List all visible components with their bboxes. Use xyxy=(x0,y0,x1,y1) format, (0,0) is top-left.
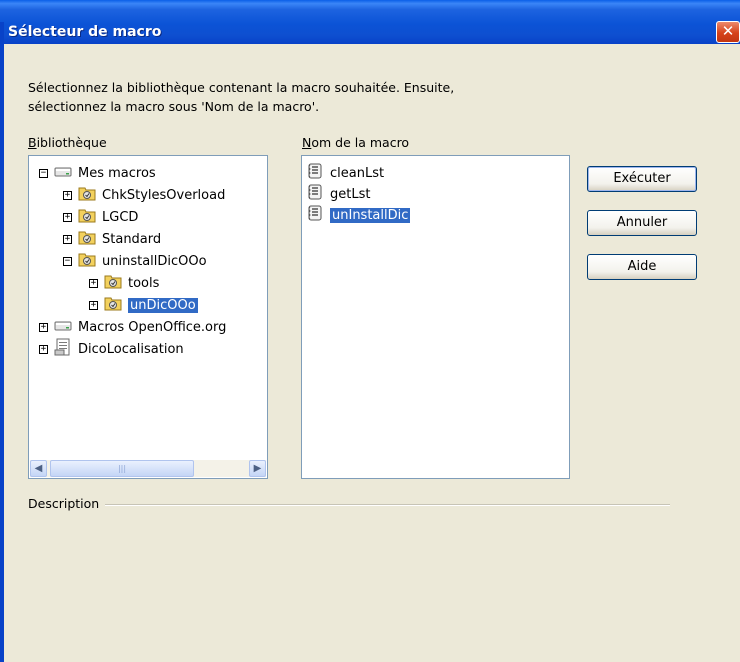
library-folder-icon xyxy=(104,273,122,293)
library-label: Bibliothèque xyxy=(28,135,107,150)
run-button[interactable]: Exécuter xyxy=(587,166,697,192)
scrollbar-thumb[interactable]: ||| xyxy=(50,460,194,477)
macro-list-item[interactable]: cleanLst xyxy=(306,162,384,184)
collapse-icon[interactable]: − xyxy=(63,256,72,266)
macro-name-label: cleanLst xyxy=(330,165,385,181)
library-label-rest: ibliothèque xyxy=(36,135,107,150)
tree-item-label: Macros OpenOffice.org xyxy=(78,319,227,335)
macro-list-item[interactable]: getLst xyxy=(306,183,370,205)
tree-item-label: ChkStylesOverload xyxy=(102,187,226,203)
library-folder-icon xyxy=(78,207,96,227)
macro-name-label: Nom de la macro xyxy=(302,135,409,150)
macro-name-label: unInstallDic xyxy=(330,207,411,223)
tree-item-tools[interactable]: + tools xyxy=(89,272,159,294)
library-label-mnemonic: B xyxy=(28,135,37,150)
expand-icon[interactable]: + xyxy=(89,278,98,288)
document-icon xyxy=(54,338,72,360)
instructions-text: Sélectionnez la bibliothèque contenant l… xyxy=(28,78,588,116)
close-icon: ✕ xyxy=(721,22,735,40)
scroll-right-button[interactable]: ▶ xyxy=(249,460,266,477)
library-folder-icon xyxy=(78,251,96,271)
instructions-line-1: Sélectionnez la bibliothèque contenant l… xyxy=(28,80,455,95)
expand-icon[interactable]: + xyxy=(63,212,72,222)
tree-item-label: Standard xyxy=(102,231,162,247)
macro-name-label-rest: om de la macro xyxy=(311,135,410,150)
macro-script-icon xyxy=(306,183,324,205)
scrollbar-grip: ||| xyxy=(117,464,127,473)
tree-item-dicolocalisation[interactable]: + DicoLocalisation xyxy=(39,338,184,360)
library-folder-icon xyxy=(104,295,122,315)
drive-icon xyxy=(54,164,72,182)
description-separator xyxy=(28,504,670,506)
expand-icon[interactable]: + xyxy=(39,322,48,332)
macro-selector-dialog: Sélecteur de macro ✕ Sélectionnez la bib… xyxy=(0,0,740,662)
tree-item-chkstylesoverload[interactable]: + ChkStylesOverload xyxy=(63,184,225,206)
tree-item-label: LGCD xyxy=(102,209,139,225)
library-folder-icon xyxy=(78,185,96,205)
library-tree[interactable]: − Mes macros + ChkStylesOverload + LGCD + Stand… xyxy=(28,155,268,479)
macro-script-icon xyxy=(306,204,324,226)
tree-item-label: Mes macros xyxy=(78,165,156,181)
tree-item-label: tools xyxy=(128,275,160,291)
instructions-line-2: sélectionnez la macro sous 'Nom de la ma… xyxy=(28,99,320,114)
help-button[interactable]: Aide xyxy=(587,254,697,280)
tree-item-label: uninstallDicOOo xyxy=(102,253,207,269)
window-border xyxy=(0,22,4,662)
tree-item-label: DicoLocalisation xyxy=(78,341,184,357)
tree-item-macros-openoffice-org[interactable]: + Macros OpenOffice.org xyxy=(39,316,226,338)
macro-list-item[interactable]: unInstallDic xyxy=(306,204,411,226)
window-title: Sélecteur de macro xyxy=(8,24,162,40)
expand-icon[interactable]: + xyxy=(63,234,72,244)
title-bar[interactable]: Sélecteur de macro ✕ xyxy=(0,0,740,44)
tree-item-lgcd[interactable]: + LGCD xyxy=(63,206,138,228)
macro-script-icon xyxy=(306,162,324,184)
tree-item-uninstalldicooo[interactable]: − uninstallDicOOo xyxy=(63,250,207,272)
expand-icon[interactable]: + xyxy=(39,344,48,354)
macro-name-list[interactable]: cleanLst getLst unInstallDic xyxy=(301,155,570,479)
horizontal-scrollbar[interactable]: ◀ ||| ▶ xyxy=(30,460,266,477)
tree-item-undicooo[interactable]: + unDicOOo xyxy=(89,294,198,316)
library-folder-icon xyxy=(78,229,96,249)
cancel-button[interactable]: Annuler xyxy=(587,210,697,236)
collapse-icon[interactable]: − xyxy=(39,168,48,178)
macro-name-label: getLst xyxy=(330,186,371,202)
tree-item-label: unDicOOo xyxy=(128,297,198,313)
tree-item-mes-macros[interactable]: − Mes macros xyxy=(39,162,156,184)
macro-name-label-mnemonic: N xyxy=(302,135,312,150)
scroll-left-button[interactable]: ◀ xyxy=(30,460,47,477)
arrow-left-icon: ◀ xyxy=(34,463,43,474)
drive-icon xyxy=(54,318,72,336)
arrow-right-icon: ▶ xyxy=(253,463,262,474)
description-label: Description xyxy=(28,496,106,511)
expand-icon[interactable]: + xyxy=(63,190,72,200)
tree-item-standard[interactable]: + Standard xyxy=(63,228,161,250)
close-button[interactable]: ✕ xyxy=(716,21,740,43)
expand-icon[interactable]: + xyxy=(89,300,98,310)
